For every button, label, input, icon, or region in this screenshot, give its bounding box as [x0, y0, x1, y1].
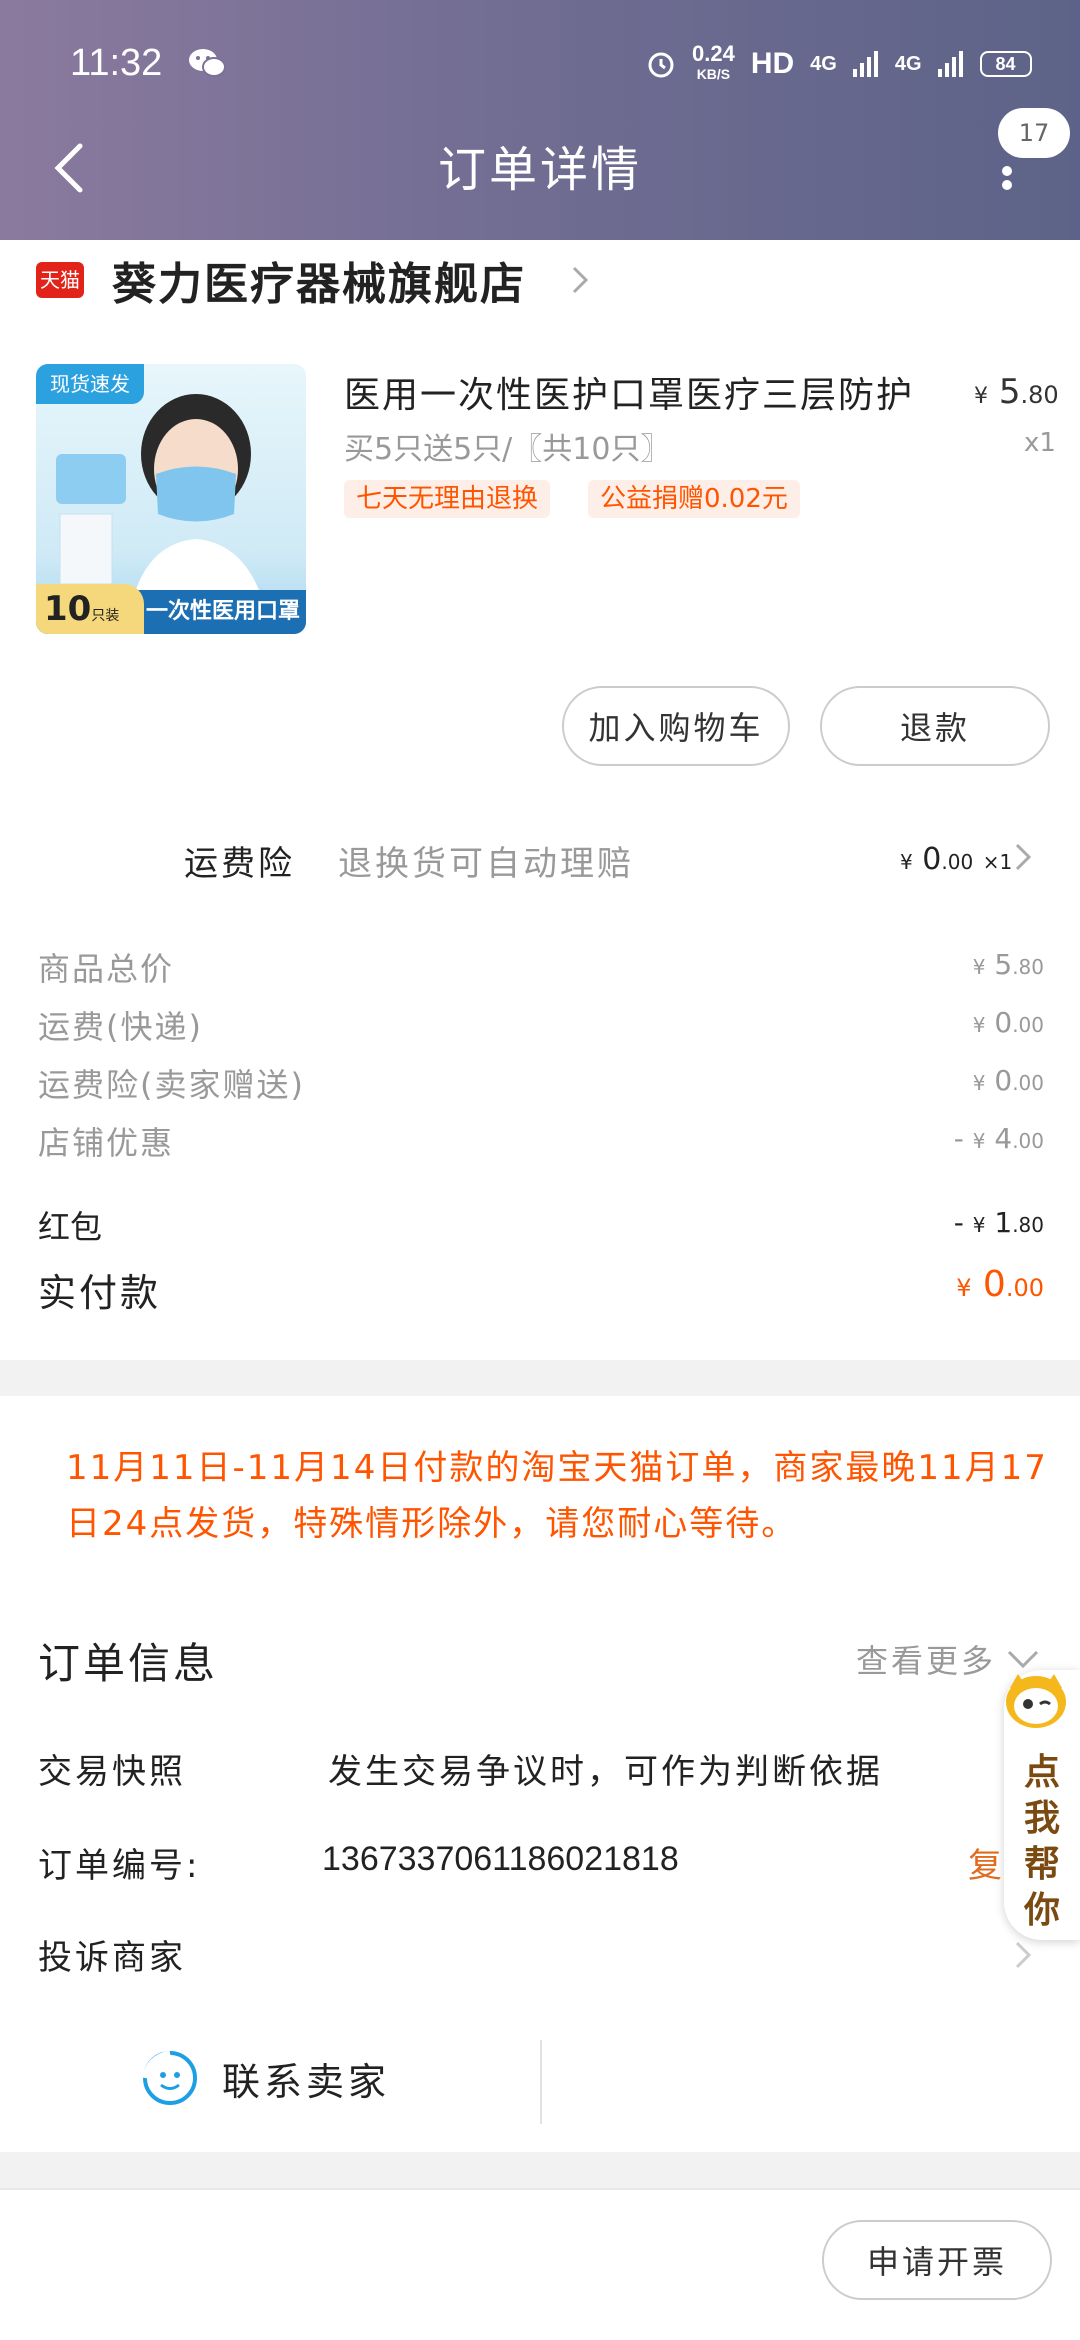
help-assistant-widget[interactable]: 点我帮你: [1004, 1670, 1080, 1940]
ins-mult: ×1: [982, 850, 1013, 874]
ins-currency: ¥: [900, 850, 913, 874]
fee-currency: ¥: [972, 955, 986, 979]
shipping-notice: 11月11日-11月14日付款的淘宝天猫订单，商家最晚11月17日24点发货，特…: [66, 1448, 1048, 1544]
fee-int: 1: [994, 1206, 1013, 1239]
section-divider: [0, 2152, 1080, 2188]
apply-invoice-button[interactable]: 申请开票: [822, 2220, 1052, 2300]
see-more-link[interactable]: 查看更多: [856, 1636, 996, 1682]
fee-currency: ¥: [972, 1213, 986, 1237]
mascot-icon: [1006, 1674, 1066, 1728]
fee-label-shipping: 运费(快递): [38, 1008, 203, 1046]
status-time: 11:32: [70, 42, 163, 84]
status-icons: 0.24 KB/S HD 4G 4G 84: [646, 41, 1032, 84]
alarm-icon: [648, 52, 674, 78]
order-info-title: 订单信息: [38, 1639, 219, 1688]
header-bar: [0, 0, 1080, 240]
complain-seller-label[interactable]: 投诉商家: [38, 1930, 186, 1979]
fee-int: 0: [994, 1064, 1013, 1097]
help-assistant-label: 点我帮你: [1023, 1752, 1060, 1931]
fee-dec: .80: [1012, 1213, 1044, 1237]
order-number-label: 订单编号:: [38, 1846, 201, 1886]
battery-icon: 84: [979, 51, 1032, 77]
network-4g-2: 4G: [894, 52, 922, 75]
paid-currency: ¥: [956, 1274, 972, 1302]
page-title: 订单详情: [437, 142, 642, 198]
signal-icon: [852, 51, 878, 77]
fee-prefix: -: [953, 1206, 973, 1239]
price-dec: .80: [1020, 381, 1059, 409]
fee-dec: .00: [1012, 1071, 1044, 1095]
fee-currency: ¥: [972, 1071, 986, 1095]
refund-button[interactable]: 退款: [820, 686, 1050, 766]
network-speed: 0.24 KB/S: [692, 41, 735, 84]
fee-value-subtotal: ¥ 5.80: [973, 948, 1044, 981]
order-number-value: 1367337061186021818: [322, 1840, 679, 1878]
product-image[interactable]: 现货速发 一次性医用口罩 10只装: [36, 364, 306, 634]
fee-dec: .80: [1012, 955, 1044, 979]
ins-int: 0: [922, 842, 942, 877]
image-count-value: 10: [44, 589, 92, 629]
speed-unit: KB/S: [696, 66, 731, 82]
ins-dec: .00: [941, 850, 974, 874]
product-title[interactable]: 医用一次性医护口罩医疗三层防护: [344, 366, 914, 418]
product-price: ¥ 5.80: [974, 372, 1059, 412]
more-menu-button[interactable]: [1000, 162, 1014, 198]
divider: [540, 2040, 542, 2124]
fee-label-store-discount: 店铺优惠: [38, 1124, 175, 1162]
copy-button[interactable]: 复: [968, 1838, 1002, 1887]
fee-int: 5: [994, 948, 1013, 981]
image-count-unit: 只装: [91, 608, 120, 624]
product-image-tag: 现货速发: [36, 364, 144, 404]
paid-dec: .00: [1005, 1274, 1044, 1302]
tag-seven-day-return: 七天无理由退换: [344, 480, 551, 518]
paid-label: 实付款: [38, 1271, 162, 1315]
fee-dec: .00: [1012, 1013, 1044, 1037]
paid-amount: ¥ 0.00: [956, 1264, 1044, 1305]
shop-name[interactable]: 葵力医疗器械旗舰店: [112, 248, 526, 312]
fee-currency: ¥: [972, 1129, 986, 1153]
fee-int: 4: [994, 1122, 1013, 1155]
network-4g-1: 4G: [810, 52, 837, 75]
chevron-right-icon[interactable]: [1014, 1940, 1032, 1970]
contact-seller-button[interactable]: 联系卖家: [140, 2048, 390, 2108]
section-divider: [0, 1360, 1080, 1396]
fee-int: 0: [994, 1006, 1013, 1039]
shipping-insurance-price: ¥ 0.00 ×1: [900, 842, 1012, 877]
tmall-icon: 天猫: [36, 262, 84, 298]
shipping-insurance-label: 运费险: [184, 844, 295, 884]
snapshot-value[interactable]: 发生交易争议时，可作为判断依据: [328, 1744, 883, 1793]
divider: [0, 2188, 1080, 2190]
wechat-icon: [189, 49, 226, 77]
product-spec: 买5只送5只/〖共10只〗: [344, 432, 671, 467]
snapshot-label[interactable]: 交易快照: [38, 1744, 186, 1793]
paid-int: 0: [982, 1264, 1006, 1305]
shipping-insurance-desc[interactable]: 退换货可自动理赔: [338, 836, 634, 885]
signal-icon: [937, 51, 963, 77]
message-badge[interactable]: 17: [998, 108, 1070, 158]
chat-face-icon: [142, 2050, 197, 2105]
chevron-right-icon[interactable]: [570, 264, 590, 296]
add-to-cart-button[interactable]: 加入购物车: [562, 686, 790, 766]
fee-label-subtotal: 商品总价: [38, 950, 175, 988]
price-currency: ¥: [974, 384, 988, 409]
product-quantity: x1: [1024, 428, 1056, 458]
fee-currency: ¥: [972, 1013, 986, 1037]
fee-label-red-packet: 红包: [38, 1208, 103, 1246]
fee-prefix: -: [953, 1122, 973, 1155]
chevron-right-icon[interactable]: [1014, 842, 1032, 872]
product-image-count: 10只装: [36, 584, 144, 634]
fee-value-red-packet: - ¥ 1.80: [954, 1206, 1044, 1239]
fee-value-store-discount: - ¥ 4.00: [954, 1122, 1044, 1155]
fee-value-insurance: ¥ 0.00: [973, 1064, 1044, 1097]
tag-charity-donation: 公益捐赠0.02元: [588, 480, 800, 518]
hd-indicator: HD: [750, 47, 795, 80]
contact-seller-label: 联系卖家: [222, 2059, 391, 2104]
fee-value-shipping: ¥ 0.00: [973, 1006, 1044, 1039]
price-int: 5: [998, 372, 1021, 412]
fee-label-insurance: 运费险(卖家赠送): [38, 1066, 305, 1104]
fee-dec: .00: [1012, 1129, 1044, 1153]
speed-value: 0.24: [692, 41, 735, 66]
